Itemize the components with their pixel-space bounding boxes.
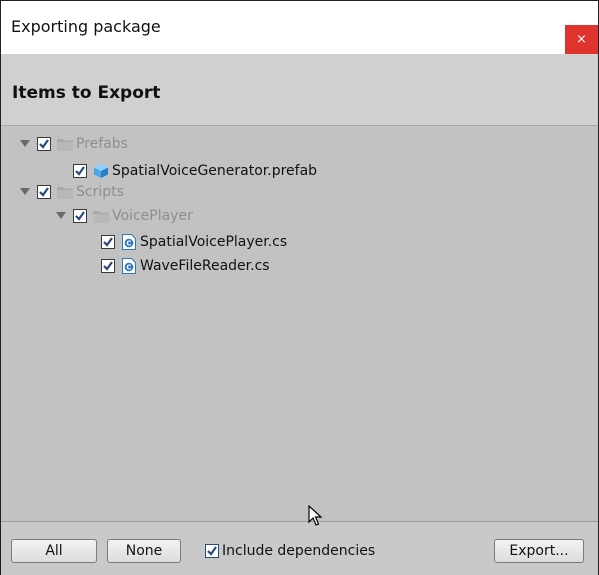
csharp-script-icon: C bbox=[121, 258, 137, 274]
folder-icon bbox=[57, 184, 73, 200]
include-dependencies-label: Include dependencies bbox=[222, 543, 376, 559]
tree-item-label: SpatialVoicePlayer.cs bbox=[140, 234, 288, 250]
expand-arrow-icon[interactable] bbox=[19, 134, 31, 154]
svg-text:C: C bbox=[126, 264, 131, 272]
prefab-cube-icon bbox=[93, 163, 109, 179]
folder-icon bbox=[57, 136, 73, 152]
checkbox-spatialvoiceplayer[interactable] bbox=[101, 235, 115, 249]
checkbox-spatialvoicegenerator[interactable] bbox=[73, 164, 87, 178]
window-title: Exporting package bbox=[11, 17, 161, 36]
expand-arrow-icon[interactable] bbox=[19, 182, 31, 202]
checkbox-wavefilereader[interactable] bbox=[101, 259, 115, 273]
tree-row-spatialvoiceplayer-cs[interactable]: C SpatialVoicePlayer.cs bbox=[83, 232, 287, 252]
export-button[interactable]: Export... bbox=[494, 539, 584, 563]
export-tree: Prefabs SpatialVoiceGenerator.prefab Scr… bbox=[1, 126, 598, 520]
tree-item-label: Prefabs bbox=[76, 136, 128, 152]
include-dependencies-toggle[interactable]: Include dependencies bbox=[205, 541, 375, 561]
checkbox-voiceplayer[interactable] bbox=[73, 209, 87, 223]
mouse-cursor-icon bbox=[308, 504, 324, 531]
close-button[interactable]: × bbox=[565, 25, 598, 54]
tree-item-label: Scripts bbox=[76, 184, 124, 200]
tree-row-scripts[interactable]: Scripts bbox=[19, 182, 124, 202]
folder-icon bbox=[93, 208, 109, 224]
tree-row-prefabs[interactable]: Prefabs bbox=[19, 134, 128, 154]
close-icon: × bbox=[576, 32, 587, 47]
include-dependencies-checkbox[interactable] bbox=[205, 544, 219, 558]
title-bar: Exporting package × bbox=[1, 1, 598, 55]
tree-item-label: VoicePlayer bbox=[112, 208, 193, 224]
tree-item-label: SpatialVoiceGenerator.prefab bbox=[112, 163, 318, 179]
all-button[interactable]: All bbox=[11, 539, 97, 563]
export-package-window: Exporting package × Items to Export Pref… bbox=[0, 0, 599, 575]
svg-text:C: C bbox=[126, 240, 131, 248]
tree-row-spatialvoicegenerator-prefab[interactable]: SpatialVoiceGenerator.prefab bbox=[55, 161, 317, 181]
tree-item-label: WaveFileReader.cs bbox=[140, 258, 270, 274]
items-header: Items to Export bbox=[1, 55, 598, 126]
bottom-toolbar: All None Include dependencies Export... bbox=[1, 521, 598, 575]
none-button[interactable]: None bbox=[107, 539, 181, 563]
csharp-script-icon: C bbox=[121, 234, 137, 250]
expand-arrow-icon[interactable] bbox=[55, 206, 67, 226]
header-title: Items to Export bbox=[12, 83, 161, 103]
tree-row-voiceplayer[interactable]: VoicePlayer bbox=[55, 206, 193, 226]
checkbox-scripts[interactable] bbox=[37, 185, 51, 199]
checkbox-prefabs[interactable] bbox=[37, 137, 51, 151]
tree-row-wavefilereader-cs[interactable]: C WaveFileReader.cs bbox=[83, 256, 270, 276]
